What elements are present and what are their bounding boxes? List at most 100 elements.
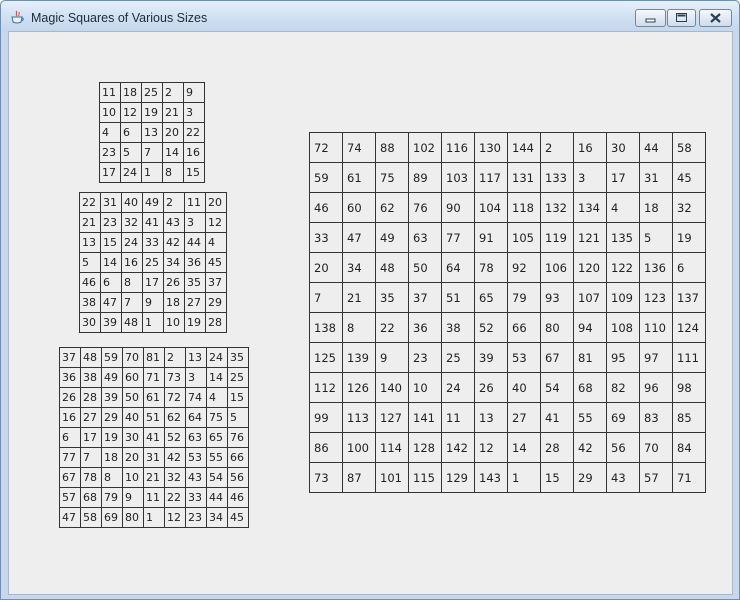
grid-cell: 58 [80, 507, 102, 528]
grid-cell: 11 [143, 487, 165, 508]
grid-cell: 43 [163, 212, 185, 233]
grid-cell: 3 [185, 367, 207, 388]
title-bar[interactable]: Magic Squares of Various Sizes [1, 1, 739, 31]
minimize-button[interactable] [635, 9, 666, 27]
grid-cell: 23 [185, 507, 207, 528]
grid-cell: 71 [143, 367, 165, 388]
grid-cell: 62 [164, 407, 186, 428]
grid-cell: 81 [143, 347, 165, 368]
grid-cell: 121 [573, 222, 607, 253]
grid-cell: 17 [142, 272, 164, 293]
grid-cell: 2 [163, 192, 185, 213]
grid-cell: 42 [163, 232, 185, 253]
grid-cell: 33 [142, 232, 164, 253]
grid-cell: 97 [639, 342, 673, 373]
grid-cell: 23 [408, 342, 442, 373]
grid-cell: 9 [375, 342, 409, 373]
grid-cell: 76 [227, 427, 249, 448]
grid-cell: 5 [79, 252, 101, 273]
grid-cell: 10 [122, 467, 144, 488]
java-cup-icon [10, 10, 25, 25]
grid-cell: 11 [441, 402, 475, 433]
grid-cell: 48 [121, 312, 143, 333]
grid-cell: 46 [309, 192, 343, 223]
grid-cell: 35 [184, 272, 206, 293]
grid-cell: 61 [342, 162, 376, 193]
grid-row: 77 7 18 20 31 42 53 55 66 [59, 447, 249, 468]
magic-square-12x12: 72 74 88 102 116 130 144 2 16 30 44 58 59 61 75 89 103 11… [309, 132, 706, 493]
grid-cell: 14 [162, 142, 184, 163]
grid-cell: 36 [184, 252, 206, 273]
grid-row: 17 24 1 8 15 [99, 162, 205, 183]
magic-square-7x7: 22 31 40 49 2 11 20 21 23 32 41 43 3 12 13 15 24 33 42 44 4 5… [79, 192, 227, 333]
grid-cell: 66 [227, 447, 249, 468]
grid-cell: 7 [141, 142, 163, 163]
grid-cell: 95 [606, 342, 640, 373]
grid-cell: 14 [100, 252, 122, 273]
grid-cell: 5 [227, 407, 249, 428]
grid-cell: 61 [143, 387, 165, 408]
grid-cell: 1 [141, 162, 163, 183]
grid-cell: 56 [227, 467, 249, 488]
grid-cell: 62 [375, 192, 409, 223]
grid-cell: 20 [205, 192, 227, 213]
grid-cell: 71 [672, 462, 706, 493]
grid-cell: 69 [101, 507, 123, 528]
grid-cell: 5 [120, 142, 142, 163]
grid-cell: 127 [375, 402, 409, 433]
grid-cell: 15 [540, 462, 574, 493]
grid-cell: 32 [164, 467, 186, 488]
grid-cell: 19 [672, 222, 706, 253]
grid-cell: 60 [122, 367, 144, 388]
grid-cell: 79 [101, 487, 123, 508]
grid-cell: 123 [639, 282, 673, 313]
grid-cell: 18 [120, 82, 142, 103]
grid-cell: 18 [639, 192, 673, 223]
grid-cell: 28 [80, 387, 102, 408]
grid-cell: 86 [309, 432, 343, 463]
maximize-button[interactable] [667, 9, 696, 27]
grid-cell: 137 [672, 282, 706, 313]
close-button[interactable] [699, 9, 732, 27]
grid-cell: 120 [573, 252, 607, 283]
grid-cell: 106 [540, 252, 574, 283]
grid-cell: 17 [80, 427, 102, 448]
grid-cell: 25 [142, 252, 164, 273]
grid-cell: 78 [80, 467, 102, 488]
grid-cell: 40 [121, 192, 143, 213]
grid-cell: 14 [507, 432, 541, 463]
grid-cell: 27 [507, 402, 541, 433]
grid-cell: 47 [342, 222, 376, 253]
grid-cell: 75 [375, 162, 409, 193]
grid-cell: 18 [101, 447, 123, 468]
grid-cell: 50 [408, 252, 442, 283]
grid-cell: 2 [540, 132, 574, 163]
grid-cell: 103 [441, 162, 475, 193]
grid-row: 86 100 114 128 142 12 14 28 42 56 70 84 [309, 432, 706, 463]
grid-cell: 34 [206, 507, 228, 528]
grid-cell: 73 [309, 462, 343, 493]
grid-cell: 46 [79, 272, 101, 293]
grid-cell: 84 [672, 432, 706, 463]
grid-cell: 10 [163, 312, 185, 333]
grid-cell: 59 [101, 347, 123, 368]
grid-cell: 12 [474, 432, 508, 463]
grid-cell: 82 [606, 372, 640, 403]
grid-cell: 54 [540, 372, 574, 403]
grid-cell: 53 [185, 447, 207, 468]
grid-cell: 107 [573, 282, 607, 313]
grid-cell: 32 [672, 192, 706, 223]
grid-cell: 21 [143, 467, 165, 488]
grid-row: 16 27 29 40 51 62 64 75 5 [59, 407, 249, 428]
grid-cell: 13 [185, 347, 207, 368]
grid-cell: 7 [80, 447, 102, 468]
grid-row: 125 139 9 23 25 39 53 67 81 95 97 111 [309, 342, 706, 373]
grid-cell: 36 [59, 367, 81, 388]
grid-cell: 51 [441, 282, 475, 313]
grid-cell: 101 [375, 462, 409, 493]
grid-cell: 77 [59, 447, 81, 468]
grid-cell: 92 [507, 252, 541, 283]
grid-cell: 63 [408, 222, 442, 253]
grid-cell: 15 [227, 387, 249, 408]
grid-cell: 38 [441, 312, 475, 343]
